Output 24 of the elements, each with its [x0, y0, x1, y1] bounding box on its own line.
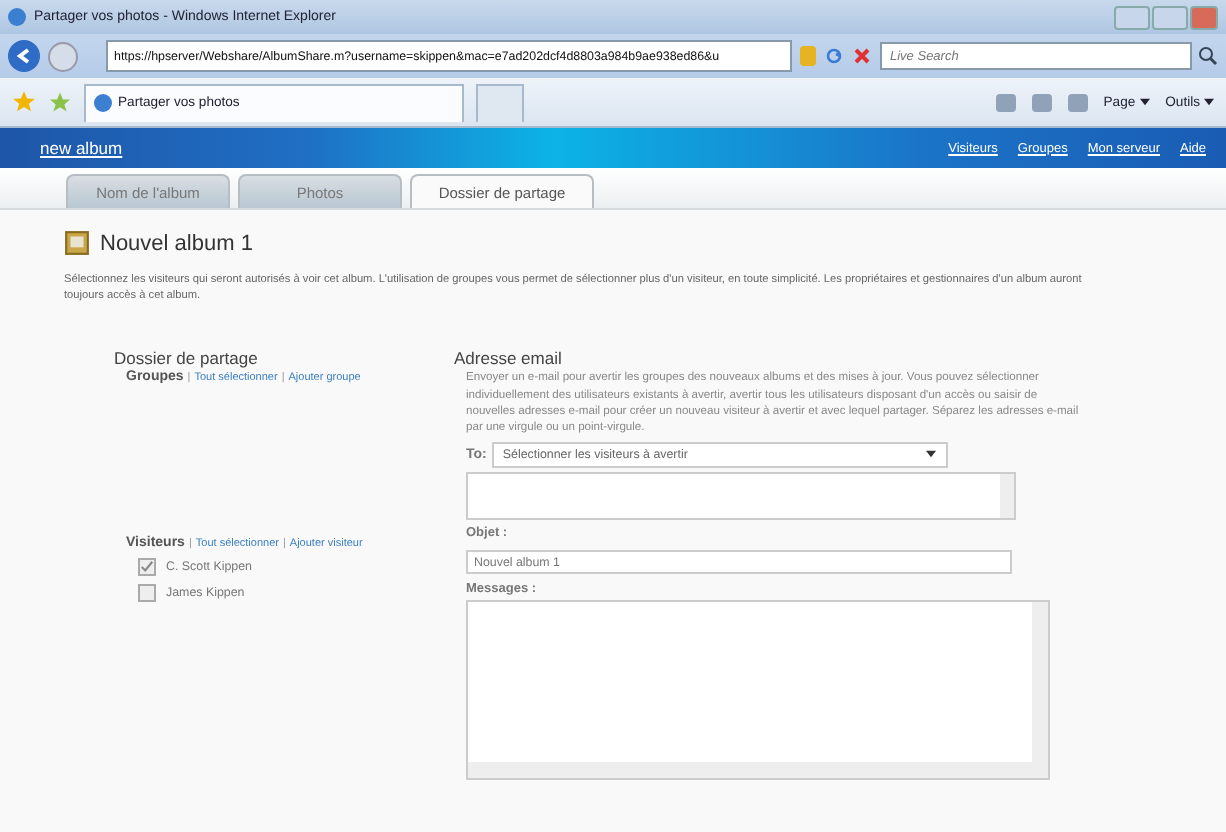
forward-button[interactable] — [48, 41, 78, 71]
page-title: Nouvel album 1 — [100, 231, 253, 255]
visitor-checkbox[interactable] — [138, 558, 156, 577]
add-favorite-icon[interactable] — [48, 90, 72, 114]
recipients-field[interactable] — [466, 471, 1016, 520]
album-icon — [64, 230, 90, 256]
back-button[interactable] — [8, 40, 40, 72]
caret-icon — [1204, 98, 1214, 106]
stop-icon[interactable] — [852, 46, 872, 66]
site-title-link[interactable]: new album — [40, 138, 123, 158]
star-icon[interactable] — [12, 90, 36, 114]
search-icon[interactable] — [1198, 46, 1218, 66]
section-heading: Dossier de partage — [114, 348, 260, 369]
section-heading: Adresse email — [454, 348, 564, 369]
caret-icon — [1139, 98, 1150, 106]
message-field[interactable] — [466, 599, 1050, 780]
refresh-icon[interactable] — [824, 46, 844, 66]
browser-logo-icon — [8, 8, 26, 26]
minimize-button[interactable] — [1114, 5, 1150, 29]
visitor-checkbox[interactable] — [138, 584, 156, 603]
maximize-button[interactable] — [1152, 5, 1188, 29]
close-button[interactable] — [1190, 5, 1218, 29]
caret-icon — [926, 450, 937, 459]
new-tab-button[interactable] — [476, 83, 524, 121]
